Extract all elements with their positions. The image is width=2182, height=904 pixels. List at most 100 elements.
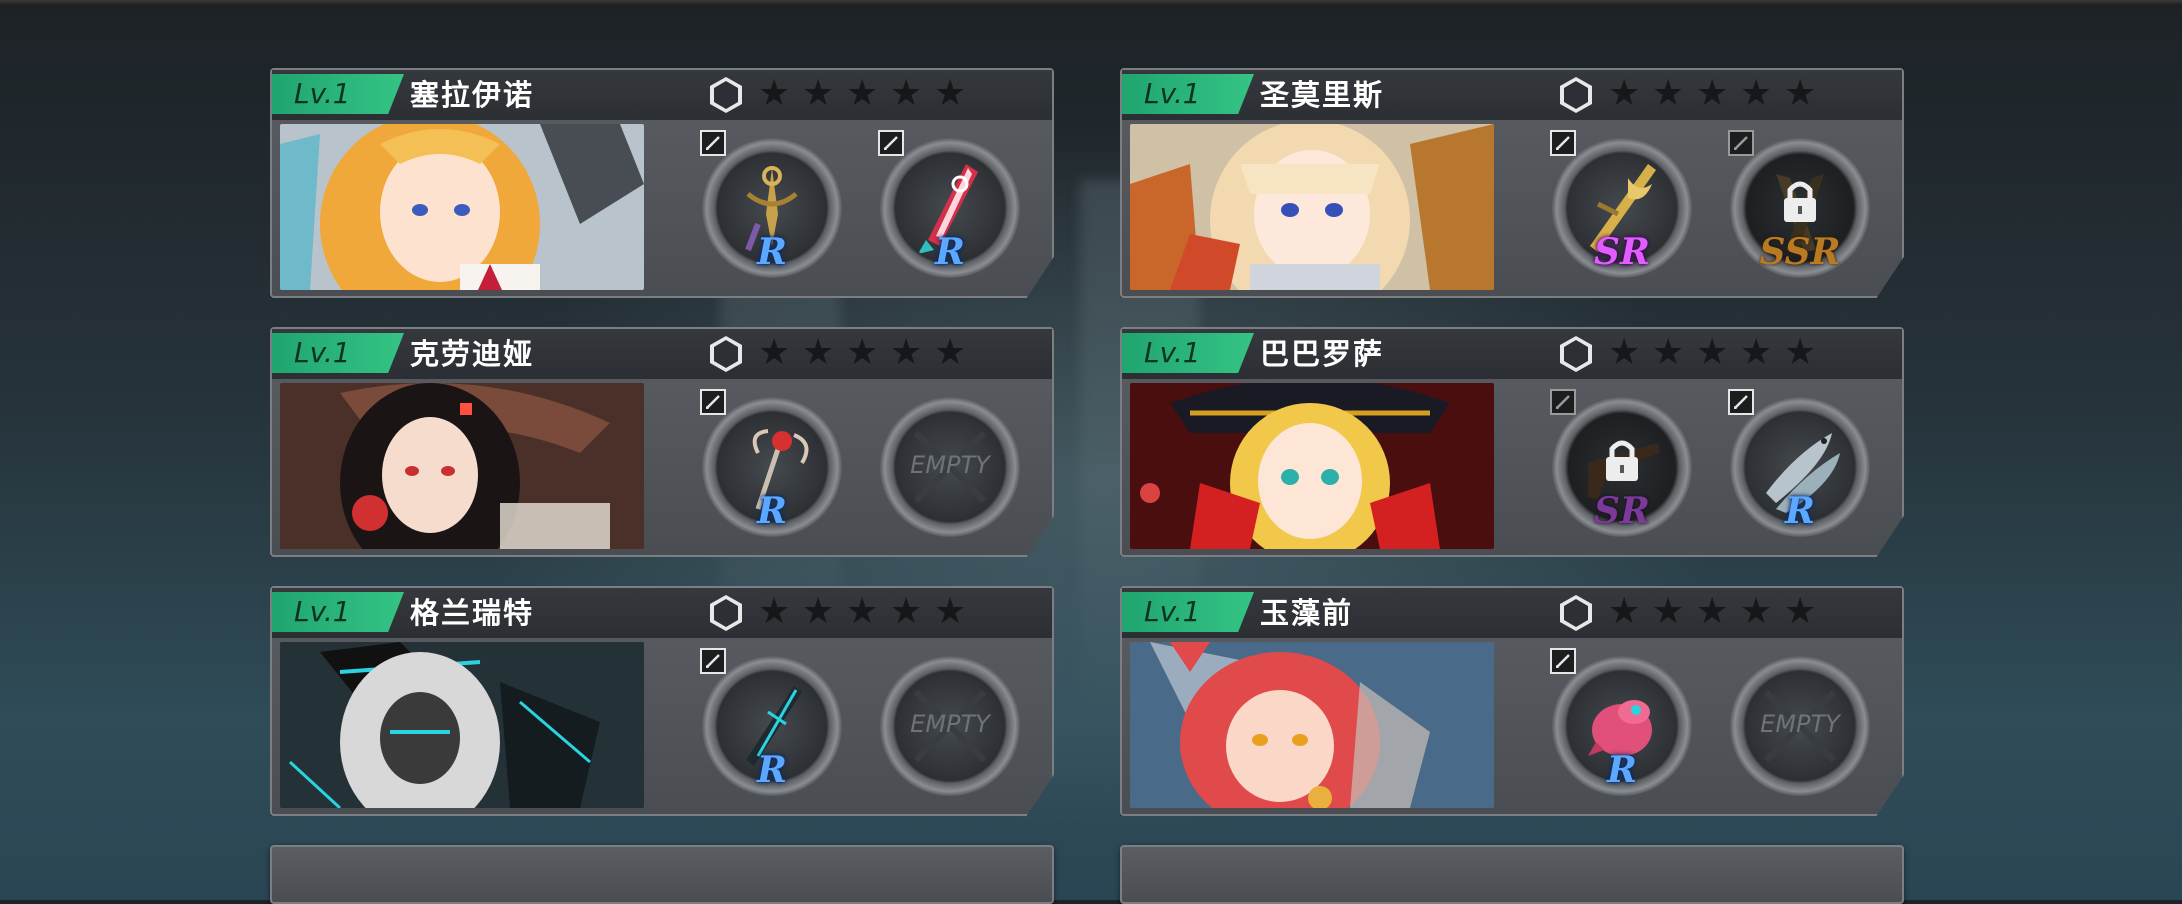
rarity-label: R [757, 490, 787, 532]
edit-icon[interactable] [1728, 389, 1754, 415]
star-icon: ★ [890, 73, 923, 114]
edit-icon[interactable] [1550, 130, 1576, 156]
character-portrait[interactable] [280, 642, 644, 808]
portrait-art [280, 383, 644, 549]
star-icon: ★ [1608, 73, 1641, 114]
star-rating: ★ ★ ★ ★ ★ [1608, 591, 1817, 634]
level-badge: Lv.1 [1122, 333, 1254, 373]
character-card[interactable]: Lv.1 圣莫里斯 ★ ★ ★ ★ ★ SR SSR [1120, 68, 1904, 298]
star-rating: ★ ★ ★ ★ ★ [1608, 332, 1817, 375]
lock-icon [1780, 178, 1820, 224]
character-name: 巴巴罗萨 [1260, 337, 1385, 371]
equipment-slot[interactable]: R [878, 130, 1020, 278]
star-icon: ★ [934, 73, 967, 114]
star-rating: ★ ★ ★ ★ ★ [758, 73, 967, 116]
edit-icon[interactable] [700, 648, 726, 674]
rarity-label: R [757, 231, 787, 273]
star-icon: ★ [1784, 332, 1817, 373]
star-icon: ★ [1740, 332, 1773, 373]
rarity-label: SSR [1759, 231, 1841, 273]
empty-label: EMPTY [910, 451, 990, 479]
character-name: 格兰瑞特 [410, 596, 535, 630]
star-rating: ★ ★ ★ ★ ★ [1608, 73, 1817, 116]
character-portrait[interactable] [280, 383, 644, 549]
star-icon: ★ [1652, 73, 1685, 114]
empty-label: EMPTY [910, 710, 990, 738]
star-icon: ★ [802, 332, 835, 373]
empty-label: EMPTY [1760, 710, 1840, 738]
star-icon: ★ [1652, 591, 1685, 632]
star-icon: ★ [1740, 591, 1773, 632]
star-icon: ★ [1740, 73, 1773, 114]
character-name: 圣莫里斯 [1260, 78, 1385, 112]
character-portrait[interactable] [1130, 124, 1494, 290]
character-card[interactable]: Lv.1 巴巴罗萨 ★ ★ ★ ★ ★ SR R [1120, 327, 1904, 557]
edit-icon[interactable] [878, 130, 904, 156]
star-rating: ★ ★ ★ ★ ★ [758, 591, 967, 634]
star-icon: ★ [802, 591, 835, 632]
equipment-slot[interactable]: R [700, 389, 842, 537]
edit-icon[interactable] [1550, 389, 1576, 415]
star-icon: ★ [846, 332, 879, 373]
equipment-slot-empty[interactable]: EMPTY [880, 656, 1020, 796]
character-portrait[interactable] [1130, 383, 1494, 549]
star-icon: ★ [846, 591, 879, 632]
character-card[interactable]: Lv.1 塞拉伊诺 ★ ★ ★ ★ ★ R R [270, 68, 1054, 298]
star-rating: ★ ★ ★ ★ ★ [758, 332, 967, 375]
edit-icon[interactable] [1728, 130, 1754, 156]
equipment-slot[interactable]: SR [1550, 130, 1692, 278]
portrait-art [1130, 383, 1494, 549]
lock-icon [1602, 437, 1642, 483]
level-badge: Lv.1 [1122, 74, 1254, 114]
star-icon: ★ [846, 73, 879, 114]
star-icon: ★ [1608, 332, 1641, 373]
star-icon: ★ [1696, 591, 1729, 632]
rarity-label: R [757, 749, 787, 791]
portrait-art [1130, 124, 1494, 290]
edit-icon[interactable] [700, 130, 726, 156]
character-portrait[interactable] [1130, 642, 1494, 808]
equipment-slot[interactable]: R [700, 130, 842, 278]
character-card[interactable]: Lv.1 格兰瑞特 ★ ★ ★ ★ ★ R EMPTY [270, 586, 1054, 816]
level-badge: Lv.1 [1122, 592, 1254, 632]
star-icon: ★ [802, 73, 835, 114]
portrait-art [280, 642, 644, 808]
star-icon: ★ [1784, 73, 1817, 114]
edit-icon[interactable] [1550, 648, 1576, 674]
level-badge: Lv.1 [272, 333, 404, 373]
rarity-label: SR [1594, 490, 1650, 532]
level-badge: Lv.1 [272, 592, 404, 632]
character-portrait[interactable] [280, 124, 644, 290]
character-card-partial[interactable] [1120, 845, 1904, 904]
star-icon: ★ [758, 332, 791, 373]
equipment-slot[interactable]: R [700, 648, 842, 796]
equipment-slot-empty[interactable]: EMPTY [1730, 656, 1870, 796]
character-card-partial[interactable] [270, 845, 1054, 904]
equipment-slot[interactable]: SSR [1728, 130, 1870, 278]
star-icon: ★ [934, 332, 967, 373]
star-icon: ★ [1696, 73, 1729, 114]
star-icon: ★ [1696, 332, 1729, 373]
rarity-label: R [935, 231, 965, 273]
rarity-label: SR [1594, 231, 1650, 273]
character-name: 克劳迪娅 [410, 337, 535, 371]
star-icon: ★ [890, 591, 923, 632]
star-icon: ★ [758, 591, 791, 632]
equipment-slot[interactable]: SR [1550, 389, 1692, 537]
level-badge: Lv.1 [272, 74, 404, 114]
star-icon: ★ [758, 73, 791, 114]
character-card[interactable]: Lv.1 克劳迪娅 ★ ★ ★ ★ ★ R EMPTY [270, 327, 1054, 557]
character-card[interactable]: Lv.1 玉藻前 ★ ★ ★ ★ ★ R EMPTY [1120, 586, 1904, 816]
portrait-art [280, 124, 644, 290]
star-icon: ★ [934, 591, 967, 632]
character-name: 玉藻前 [1260, 596, 1354, 630]
equipment-slot[interactable]: R [1550, 648, 1692, 796]
star-icon: ★ [890, 332, 923, 373]
equipment-slot[interactable]: R [1728, 389, 1870, 537]
rarity-label: R [1785, 490, 1815, 532]
top-border [0, 0, 2182, 6]
star-icon: ★ [1784, 591, 1817, 632]
equipment-slot-empty[interactable]: EMPTY [880, 397, 1020, 537]
edit-icon[interactable] [700, 389, 726, 415]
character-name: 塞拉伊诺 [410, 78, 535, 112]
